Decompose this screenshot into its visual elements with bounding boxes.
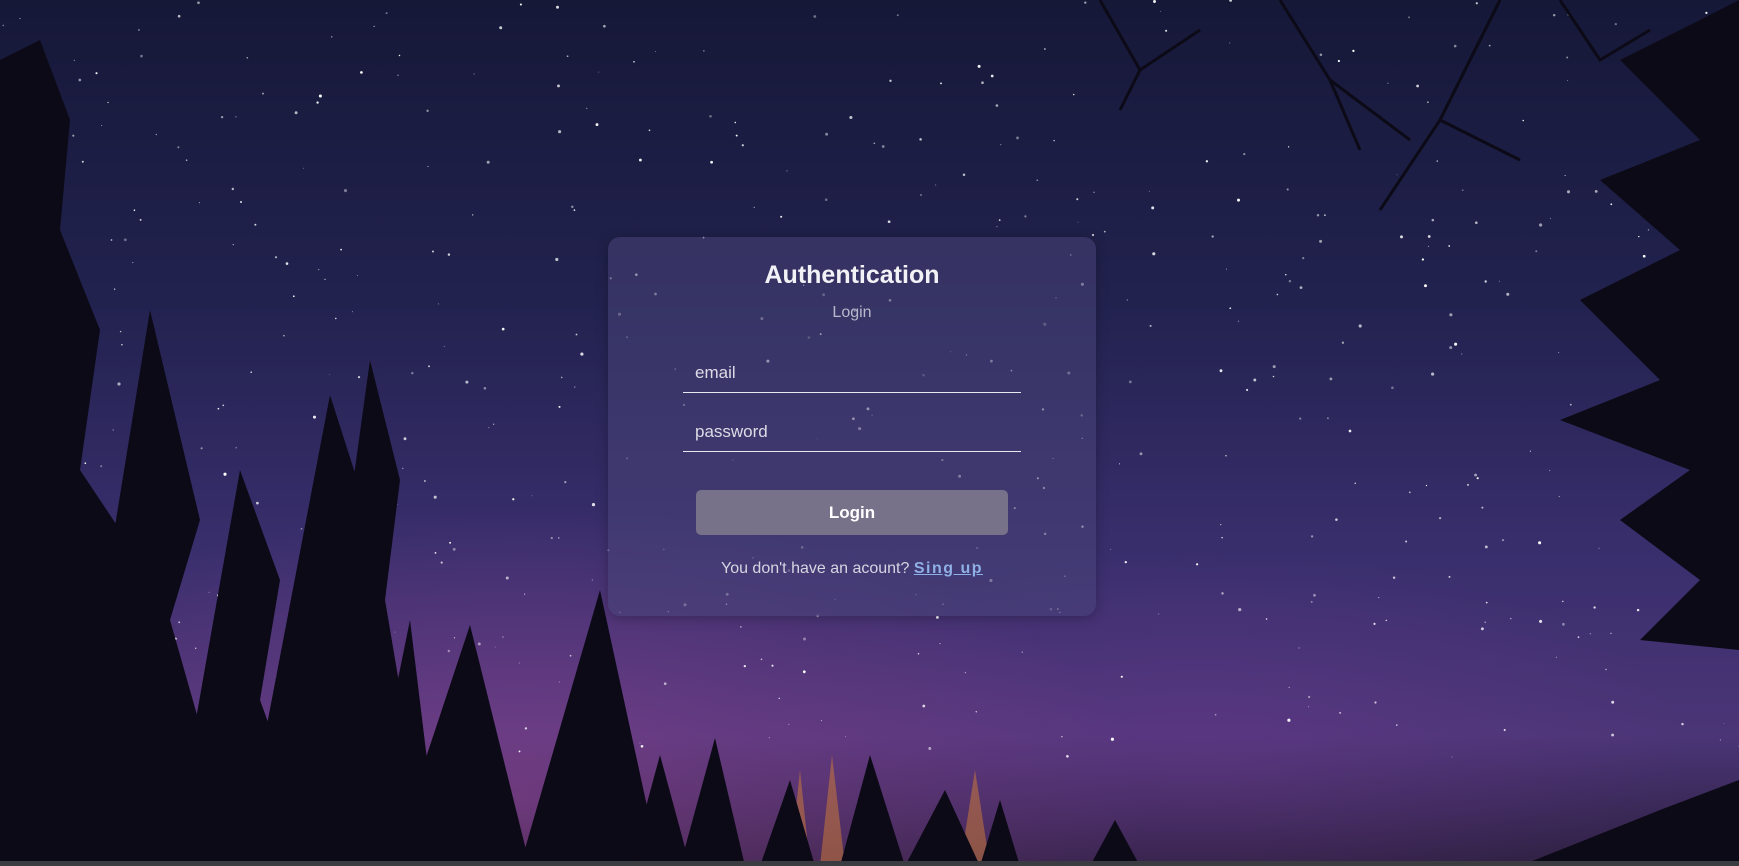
signup-link[interactable]: Sing up <box>914 560 983 577</box>
password-field[interactable] <box>683 412 1021 452</box>
signup-prompt: You don't have an acount? <box>720 560 910 577</box>
signup-row: You don't have an acount? Sing up <box>608 560 1096 578</box>
login-button[interactable]: Login <box>696 490 1008 535</box>
form-subtitle: Login <box>832 304 872 321</box>
page-title: Authentication <box>764 261 940 289</box>
bottom-edge-bar <box>0 861 1739 866</box>
email-field[interactable] <box>683 353 1021 393</box>
night-sky-background: Authentication Login Login You don't hav… <box>0 0 1739 866</box>
login-card: Authentication Login Login You don't hav… <box>608 237 1096 616</box>
